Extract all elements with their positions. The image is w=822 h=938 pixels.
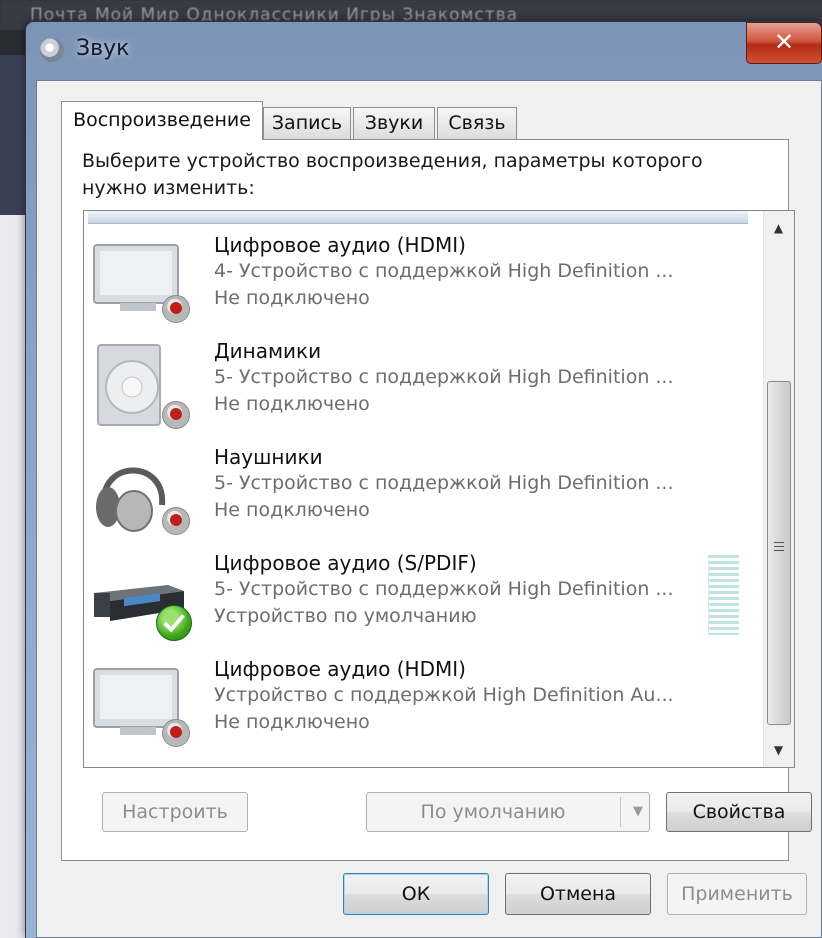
playback-panel: Выберите устройство воспроизведения, пар…	[61, 139, 812, 861]
device-item-hdmi-1[interactable]: Цифровое аудио (HDMI) 4- Устройство с по…	[84, 229, 760, 335]
apply-button[interactable]: Применить	[667, 873, 807, 915]
window-title: Звук	[76, 36, 130, 61]
set-default-split-button[interactable]: По умолчанию ▼	[366, 792, 650, 832]
sound-dialog: Звук ✕ Воспроизведение Запись Звуки Связ…	[26, 22, 822, 938]
device-description: Устройство с поддержкой High Definition …	[214, 684, 674, 706]
tab-playback[interactable]: Воспроизведение	[61, 101, 263, 140]
disconnected-badge-icon	[162, 719, 190, 747]
tab-recording[interactable]: Запись	[263, 107, 351, 139]
tab-sounds[interactable]: Звуки	[353, 107, 435, 139]
device-name: Цифровое аудио (S/PDIF)	[214, 551, 477, 575]
set-default-label: По умолчанию	[420, 801, 566, 823]
device-status: Не подключено	[214, 287, 370, 309]
dialog-client-area: Воспроизведение Запись Звуки Связь Выбер…	[36, 80, 822, 938]
ok-button[interactable]: ОК	[343, 873, 489, 915]
disconnected-badge-icon	[162, 401, 190, 429]
device-item-spdif[interactable]: Цифровое аудио (S/PDIF) 5- Устройство с …	[84, 547, 760, 653]
volume-level-meter	[708, 555, 739, 635]
grip-icon	[774, 542, 784, 554]
device-item-speakers[interactable]: Динамики 5- Устройство с поддержкой High…	[84, 335, 760, 441]
device-description: 5- Устройство с поддержкой High Definiti…	[214, 366, 674, 388]
device-status: Устройство по умолчанию	[214, 605, 477, 627]
properties-button[interactable]: Свойства	[666, 792, 812, 832]
device-item-hdmi-2[interactable]: Цифровое аудио (HDMI) Устройство с подде…	[84, 653, 760, 759]
list-item-partial[interactable]	[88, 211, 748, 224]
device-list-scrollbar[interactable]: ▲ ▼	[763, 211, 794, 767]
close-button[interactable]: ✕	[746, 22, 822, 64]
default-device-check-icon	[156, 605, 192, 641]
disconnected-badge-icon	[162, 295, 190, 323]
device-description: 5- Устройство с поддержкой High Definiti…	[214, 472, 674, 494]
scroll-up-arrow-icon[interactable]: ▲	[764, 215, 793, 241]
device-description: 5- Устройство с поддержкой High Definiti…	[214, 578, 674, 600]
chevron-down-icon[interactable]: ▼	[633, 793, 643, 831]
configure-button[interactable]: Настроить	[102, 792, 248, 832]
scroll-thumb[interactable]	[767, 381, 791, 725]
split-divider	[620, 797, 621, 827]
disconnected-badge-icon	[162, 507, 190, 535]
device-name: Цифровое аудио (HDMI)	[214, 657, 466, 681]
device-status: Не подключено	[214, 499, 370, 521]
device-status: Не подключено	[214, 711, 370, 733]
device-name: Динамики	[214, 339, 322, 363]
cancel-button[interactable]: Отмена	[505, 873, 651, 915]
device-item-headphones[interactable]: Наушники 5- Устройство с поддержкой High…	[84, 441, 760, 547]
title-bar[interactable]: Звук ✕	[26, 22, 822, 78]
device-list[interactable]: Цифровое аудио (HDMI) 4- Устройство с по…	[83, 210, 795, 768]
device-name: Цифровое аудио (HDMI)	[214, 233, 466, 257]
scroll-down-arrow-icon[interactable]: ▼	[764, 737, 793, 763]
instruction-text: Выберите устройство воспроизведения, пар…	[82, 150, 703, 199]
device-name: Наушники	[214, 445, 323, 469]
device-description: 4- Устройство с поддержкой High Definiti…	[214, 260, 674, 282]
device-status: Не подключено	[214, 393, 370, 415]
speaker-app-icon	[40, 38, 64, 62]
tab-communications[interactable]: Связь	[437, 107, 517, 139]
